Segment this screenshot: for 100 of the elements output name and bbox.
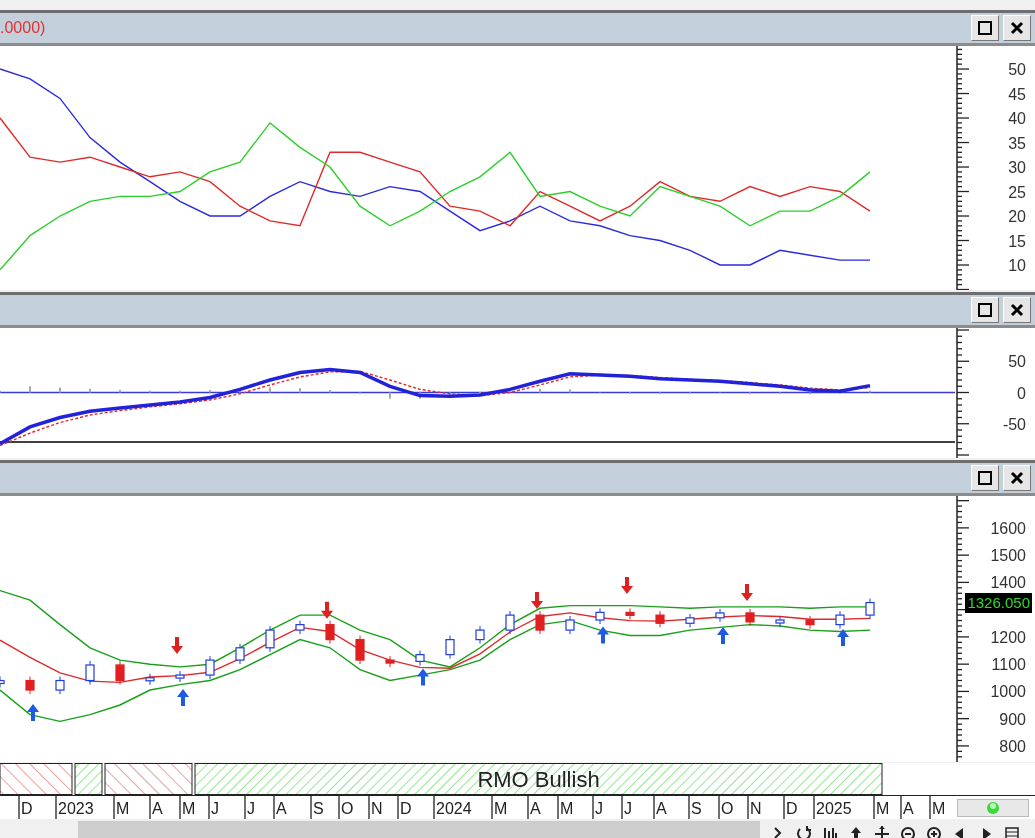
zoom-out-icon[interactable] (900, 825, 916, 838)
date-label: N (371, 800, 383, 817)
date-label: D (786, 800, 798, 817)
candlestick (385, 655, 395, 668)
candlestick (175, 670, 185, 683)
date-label: J (247, 800, 255, 817)
axis-label: 20 (1008, 208, 1026, 225)
date-label: J (595, 800, 603, 817)
maximize-button[interactable] (971, 15, 999, 41)
down-arrow-icon (531, 592, 543, 610)
down-arrow-icon (621, 577, 633, 595)
candlestick (55, 676, 65, 695)
candlestick (25, 676, 35, 695)
axis-label: 15 (1008, 232, 1026, 250)
axis-label: 1000 (990, 683, 1026, 701)
candlestick (565, 615, 575, 635)
date-label: A (152, 800, 163, 817)
axis-label: 1400 (990, 574, 1026, 592)
candlestick (205, 655, 215, 680)
maximize-button[interactable] (971, 297, 999, 323)
up-arrow-icon[interactable] (848, 825, 864, 838)
date-label: M (182, 800, 196, 817)
date-label: D (400, 800, 412, 817)
close-icon (1010, 303, 1024, 317)
candlestick (355, 635, 365, 665)
date-label: M (116, 800, 130, 817)
up-arrow-icon (177, 689, 189, 707)
candlestick (235, 643, 245, 665)
move-icon[interactable] (874, 825, 890, 838)
axis-label: 1600 (990, 519, 1026, 537)
axis-label: 10 (1008, 257, 1026, 274)
candlestick (415, 650, 425, 666)
close-icon (1010, 471, 1024, 485)
date-label: A (530, 800, 541, 817)
axis-label: 900 (999, 710, 1026, 728)
axis-label: 50 (1008, 61, 1026, 79)
maximize-button[interactable] (971, 465, 999, 491)
candlestick (625, 607, 635, 620)
candlestick (805, 615, 815, 630)
date-label: S (691, 800, 702, 817)
candlestick (685, 613, 695, 628)
axis-label: 0 (1017, 384, 1026, 402)
close-button[interactable] (1003, 465, 1031, 491)
candlestick (115, 660, 125, 685)
axis-label: 40 (1008, 110, 1026, 127)
candlestick (655, 610, 665, 628)
axis-label: 1100 (991, 656, 1026, 674)
panel-title: .0000) (0, 19, 46, 37)
date-label: A (903, 800, 914, 817)
status-light-icon (986, 801, 1000, 815)
up-arrow-icon (27, 704, 39, 722)
candlestick (535, 610, 545, 635)
date-label: 2024 (436, 800, 472, 817)
date-label: D (21, 800, 33, 817)
date-label: J (211, 800, 219, 817)
axis-label: 25 (1008, 183, 1026, 201)
close-button[interactable] (1003, 297, 1031, 323)
date-label: N (750, 800, 762, 817)
candlestick (715, 608, 725, 623)
candlestick (865, 598, 875, 620)
date-label: M (876, 800, 890, 817)
axis-label: -50 (1002, 415, 1026, 433)
up-arrow-icon (837, 629, 849, 647)
refresh-icon[interactable] (796, 825, 812, 838)
table-icon[interactable] (1004, 825, 1020, 838)
up-arrow-icon (417, 668, 429, 686)
axis-label: 35 (1008, 134, 1026, 152)
candlestick (325, 620, 335, 645)
zoom-in-icon[interactable] (926, 825, 942, 838)
date-label: J (624, 800, 632, 817)
close-button[interactable] (1003, 15, 1031, 41)
band-label: RMO Bullish (477, 767, 600, 792)
axis-label: 1200 (990, 628, 1026, 646)
date-label: S (313, 800, 324, 817)
candlestick (775, 615, 785, 628)
candlestick (145, 673, 155, 686)
axis-label: 1500 (990, 547, 1026, 565)
date-label: A (276, 800, 287, 817)
down-arrow-icon (321, 601, 333, 619)
close-icon (1010, 21, 1024, 35)
candlestick (295, 620, 305, 635)
candlestick (835, 610, 845, 630)
date-label: M (932, 800, 946, 817)
maximize-icon (978, 303, 992, 317)
date-label: O (341, 800, 354, 817)
date-label: A (656, 800, 667, 817)
bar-chart-icon[interactable] (822, 825, 838, 838)
axis-label: 50 (1008, 353, 1026, 371)
candlestick (745, 608, 755, 627)
candlestick (505, 610, 515, 635)
up-arrow-icon (597, 626, 609, 644)
maximize-icon (978, 471, 992, 485)
candlestick (475, 625, 485, 645)
maximize-icon (978, 21, 992, 35)
candlestick (85, 660, 95, 685)
scrollbar-thumb[interactable] (78, 821, 760, 838)
down-arrow-icon (741, 583, 753, 601)
candlestick (265, 625, 275, 653)
date-label: 2025 (816, 800, 852, 817)
date-label: M (560, 800, 574, 817)
